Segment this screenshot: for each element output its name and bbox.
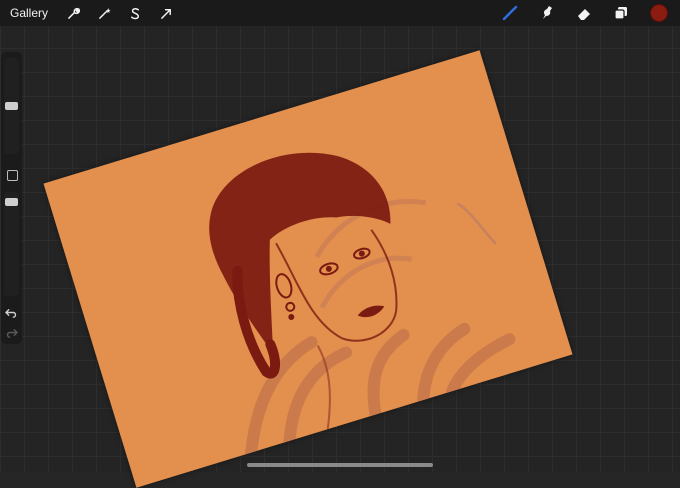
brush-size-thumb[interactable] (5, 102, 18, 110)
smudge-icon[interactable] (539, 5, 555, 21)
wrench-icon[interactable] (65, 5, 81, 21)
eraser-icon[interactable] (576, 5, 592, 21)
top-toolbar: Gallery (0, 0, 680, 26)
brush-icon[interactable] (502, 5, 518, 21)
brush-size-slider[interactable] (4, 58, 19, 154)
color-picker-swatch[interactable] (650, 4, 668, 22)
transform-arrow-icon[interactable] (158, 5, 174, 21)
gallery-button[interactable]: Gallery (10, 6, 48, 20)
right-tool-group (502, 4, 668, 22)
modify-square-icon[interactable] (7, 170, 18, 181)
redo-icon[interactable] (5, 326, 19, 339)
undo-icon[interactable] (4, 306, 18, 319)
left-tool-group (65, 5, 174, 21)
opacity-thumb[interactable] (5, 198, 18, 206)
selection-icon[interactable] (127, 5, 143, 21)
home-indicator[interactable] (247, 463, 433, 467)
opacity-slider[interactable] (4, 192, 19, 296)
left-sidebar (1, 52, 22, 344)
magic-wand-icon[interactable] (96, 5, 112, 21)
layers-icon[interactable] (613, 5, 629, 21)
